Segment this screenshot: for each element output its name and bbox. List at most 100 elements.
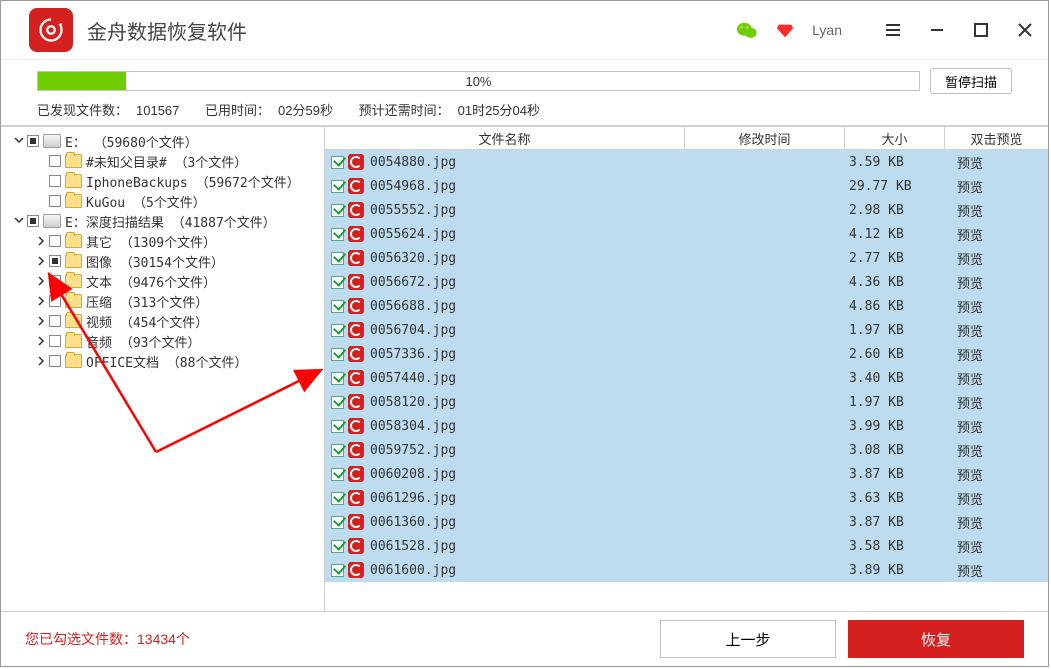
table-row[interactable]: 0054880.jpg3.59 KB预览: [325, 150, 1048, 174]
file-preview-link[interactable]: 预览: [949, 321, 1048, 340]
file-preview-link[interactable]: 预览: [949, 225, 1048, 244]
maximize-icon[interactable]: [968, 17, 994, 43]
col-time[interactable]: 修改时间: [685, 127, 845, 149]
row-checkbox[interactable]: [331, 228, 344, 241]
file-preview-link[interactable]: 预览: [949, 465, 1048, 484]
row-checkbox[interactable]: [331, 324, 344, 337]
caret-right-icon[interactable]: [35, 275, 47, 287]
close-icon[interactable]: [1012, 17, 1038, 43]
tree-checkbox[interactable]: [49, 335, 61, 347]
prev-step-button[interactable]: 上一步: [660, 620, 836, 658]
row-checkbox[interactable]: [331, 372, 344, 385]
caret-down-icon[interactable]: [13, 215, 25, 227]
table-row[interactable]: 0056320.jpg2.77 KB预览: [325, 246, 1048, 270]
tree-item[interactable]: E： （59680个文件）: [1, 131, 324, 151]
row-checkbox[interactable]: [331, 492, 344, 505]
minimize-icon[interactable]: [924, 17, 950, 43]
row-checkbox[interactable]: [331, 300, 344, 313]
folder-tree[interactable]: E： （59680个文件）#未知父目录# （3个文件）IphoneBackups…: [1, 127, 325, 611]
file-preview-link[interactable]: 预览: [949, 153, 1048, 172]
table-row[interactable]: 0056672.jpg4.36 KB预览: [325, 270, 1048, 294]
col-preview[interactable]: 双击预览: [945, 127, 1048, 149]
file-preview-link[interactable]: 预览: [949, 201, 1048, 220]
table-row[interactable]: 0056704.jpg1.97 KB预览: [325, 318, 1048, 342]
tree-checkbox[interactable]: [49, 175, 61, 187]
file-preview-link[interactable]: 预览: [949, 297, 1048, 316]
wechat-icon[interactable]: [736, 20, 758, 40]
tree-item[interactable]: IphoneBackups （59672个文件）: [1, 171, 324, 191]
table-row[interactable]: 0055624.jpg4.12 KB预览: [325, 222, 1048, 246]
table-body[interactable]: 0054880.jpg3.59 KB预览0054968.jpg29.77 KB预…: [325, 150, 1048, 611]
tree-checkbox[interactable]: [49, 255, 61, 267]
tree-item[interactable]: KuGou （5个文件）: [1, 191, 324, 211]
file-preview-link[interactable]: 预览: [949, 345, 1048, 364]
tree-item[interactable]: 文本 （9476个文件）: [1, 271, 324, 291]
tree-item[interactable]: E：深度扫描结果 （41887个文件）: [1, 211, 324, 231]
table-row[interactable]: 0061528.jpg3.58 KB预览: [325, 534, 1048, 558]
row-checkbox[interactable]: [331, 276, 344, 289]
row-checkbox[interactable]: [331, 564, 344, 577]
row-checkbox[interactable]: [331, 156, 344, 169]
row-checkbox[interactable]: [331, 348, 344, 361]
caret-right-icon[interactable]: [35, 295, 47, 307]
tree-checkbox[interactable]: [49, 155, 61, 167]
table-row[interactable]: 0055552.jpg2.98 KB预览: [325, 198, 1048, 222]
tree-item[interactable]: 视频 （454个文件）: [1, 311, 324, 331]
file-preview-link[interactable]: 预览: [949, 273, 1048, 292]
menu-icon[interactable]: [880, 17, 906, 43]
file-preview-link[interactable]: 预览: [949, 249, 1048, 268]
tree-checkbox[interactable]: [49, 315, 61, 327]
tree-checkbox[interactable]: [49, 275, 61, 287]
row-checkbox[interactable]: [331, 540, 344, 553]
table-row[interactable]: 0061600.jpg3.89 KB预览: [325, 558, 1048, 582]
tree-checkbox[interactable]: [49, 235, 61, 247]
table-row[interactable]: 0054968.jpg29.77 KB预览: [325, 174, 1048, 198]
caret-right-icon[interactable]: [35, 355, 47, 367]
table-row[interactable]: 0059752.jpg3.08 KB预览: [325, 438, 1048, 462]
tree-item[interactable]: 图像 （30154个文件）: [1, 251, 324, 271]
caret-right-icon[interactable]: [35, 235, 47, 247]
file-preview-link[interactable]: 预览: [949, 537, 1048, 556]
tree-item[interactable]: 其它 （1309个文件）: [1, 231, 324, 251]
table-row[interactable]: 0057336.jpg2.60 KB预览: [325, 342, 1048, 366]
table-row[interactable]: 0058120.jpg1.97 KB预览: [325, 390, 1048, 414]
username-label[interactable]: Lyan: [812, 22, 842, 38]
caret-right-icon[interactable]: [35, 255, 47, 267]
tree-checkbox[interactable]: [49, 295, 61, 307]
file-preview-link[interactable]: 预览: [949, 489, 1048, 508]
recover-button[interactable]: 恢复: [848, 620, 1024, 658]
file-preview-link[interactable]: 预览: [949, 369, 1048, 388]
file-preview-link[interactable]: 预览: [949, 561, 1048, 580]
caret-down-icon[interactable]: [13, 135, 25, 147]
row-checkbox[interactable]: [331, 444, 344, 457]
tree-item[interactable]: 音频 （93个文件）: [1, 331, 324, 351]
tree-checkbox[interactable]: [49, 195, 61, 207]
row-checkbox[interactable]: [331, 468, 344, 481]
row-checkbox[interactable]: [331, 180, 344, 193]
col-name[interactable]: 文件名称: [325, 127, 685, 149]
file-preview-link[interactable]: 预览: [949, 417, 1048, 436]
file-preview-link[interactable]: 预览: [949, 177, 1048, 196]
tree-checkbox[interactable]: [27, 135, 39, 147]
tree-item[interactable]: OFFICE文档 （88个文件）: [1, 351, 324, 371]
table-row[interactable]: 0060208.jpg3.87 KB预览: [325, 462, 1048, 486]
tree-checkbox[interactable]: [27, 215, 39, 227]
vip-diamond-icon[interactable]: [776, 21, 794, 39]
row-checkbox[interactable]: [331, 396, 344, 409]
caret-right-icon[interactable]: [35, 315, 47, 327]
row-checkbox[interactable]: [331, 252, 344, 265]
pause-scan-button[interactable]: 暂停扫描: [930, 68, 1012, 94]
row-checkbox[interactable]: [331, 516, 344, 529]
col-size[interactable]: 大小: [845, 127, 945, 149]
tree-checkbox[interactable]: [49, 355, 61, 367]
file-preview-link[interactable]: 预览: [949, 393, 1048, 412]
file-preview-link[interactable]: 预览: [949, 513, 1048, 532]
tree-item[interactable]: 压缩 （313个文件）: [1, 291, 324, 311]
file-preview-link[interactable]: 预览: [949, 441, 1048, 460]
table-row[interactable]: 0056688.jpg4.86 KB预览: [325, 294, 1048, 318]
row-checkbox[interactable]: [331, 204, 344, 217]
row-checkbox[interactable]: [331, 420, 344, 433]
table-row[interactable]: 0061360.jpg3.87 KB预览: [325, 510, 1048, 534]
tree-item[interactable]: #未知父目录# （3个文件）: [1, 151, 324, 171]
table-row[interactable]: 0057440.jpg3.40 KB预览: [325, 366, 1048, 390]
